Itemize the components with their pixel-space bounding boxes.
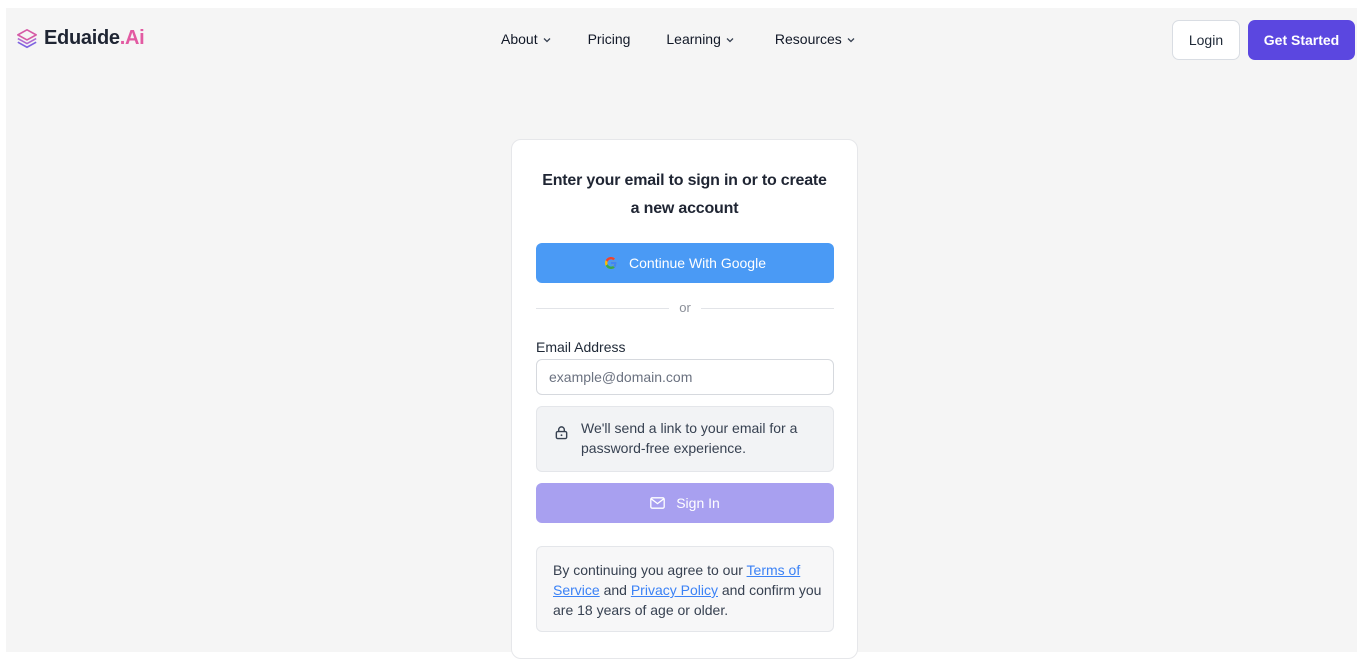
terms-text: By continuing you agree to our Terms of … — [553, 560, 823, 620]
info-text: We'll send a link to your email for a pa… — [581, 420, 798, 456]
nav-item-resources[interactable]: Resources — [775, 31, 855, 47]
nav-item-label: Resources — [774, 31, 842, 47]
or-divider: or — [536, 300, 834, 318]
chevron-down-icon — [543, 37, 551, 42]
terms-box: By continuing you agree to our Terms of … — [536, 546, 834, 632]
email-label: Email Address — [536, 339, 626, 355]
terms-prefix: By continuing you agree to our — [553, 562, 747, 578]
nav-item-about[interactable]: About — [501, 31, 551, 47]
card-title-line: a new account — [630, 200, 739, 217]
card-title: Enter your email to sign in or to create… — [512, 167, 857, 223]
login-button[interactable]: Login — [1172, 20, 1240, 60]
main-nav: About Pricing Learning Resources — [501, 31, 855, 47]
auth-card: Enter your email to sign in or to create… — [511, 139, 858, 659]
nav-item-pricing[interactable]: Pricing — [588, 31, 631, 47]
nav-item-label: Pricing — [587, 31, 631, 47]
google-button-label: Continue With Google — [629, 255, 766, 271]
continue-with-google-button[interactable]: Continue With Google — [536, 243, 834, 283]
mail-icon — [650, 497, 666, 509]
brand-logo-link[interactable]: Eduaide.Ai — [16, 27, 145, 50]
chevron-down-icon — [726, 37, 734, 42]
sign-in-button[interactable]: Sign In — [536, 483, 834, 523]
lock-icon — [555, 426, 568, 440]
passwordless-info-box: We'll send a link to your email for a pa… — [536, 406, 834, 472]
layered-stack-icon — [17, 28, 37, 48]
chevron-down-icon — [847, 37, 855, 42]
sign-in-label: Sign In — [676, 495, 720, 511]
nav-item-label: About — [501, 31, 538, 47]
email-input[interactable] — [536, 359, 834, 395]
google-g-icon — [605, 257, 617, 269]
get-started-button[interactable]: Get Started — [1248, 20, 1355, 60]
card-title-line: Enter your email to sign in or to create — [542, 172, 827, 189]
divider-line — [701, 308, 834, 309]
terms-and: and — [599, 582, 631, 598]
nav-item-label: Learning — [666, 31, 721, 47]
brand-name: Eduaide.Ai — [44, 27, 145, 49]
privacy-policy-link[interactable]: Privacy Policy — [631, 582, 718, 598]
nav-item-learning[interactable]: Learning — [666, 31, 734, 47]
